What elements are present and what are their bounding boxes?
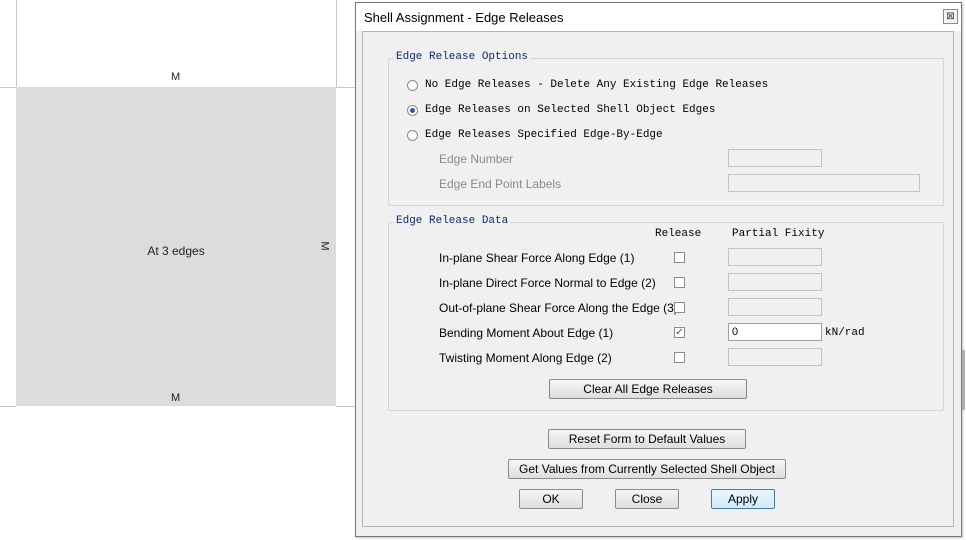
edge-release-data-group: Edge Release Data Release Partial Fixity… [388, 215, 944, 411]
scrollbar[interactable] [962, 350, 965, 410]
fixity-field-twisting-moment [728, 348, 822, 366]
radio-button[interactable] [407, 129, 418, 141]
release-checkbox-inplane-direct[interactable] [674, 277, 685, 288]
fixity-field-inplane-shear [728, 248, 822, 266]
column-header-release: Release [655, 228, 702, 240]
grid-line [0, 406, 16, 407]
release-checkbox-bending-moment[interactable]: ✓ [674, 327, 685, 338]
row-label-inplane-shear: In-plane Shear Force Along Edge (1) [439, 251, 635, 265]
row-label-inplane-direct: In-plane Direct Force Normal to Edge (2) [439, 276, 656, 290]
model-canvas[interactable]: M M M At 3 edges [0, 0, 355, 540]
ok-button[interactable]: OK [519, 489, 583, 509]
grid-line [336, 406, 355, 407]
edge-label-top: M [171, 71, 181, 83]
edge-number-field [728, 149, 822, 167]
radio-button[interactable] [407, 104, 418, 116]
edge-label-bottom: M [171, 392, 181, 404]
clear-all-edge-releases-button[interactable]: Clear All Edge Releases [549, 379, 747, 399]
group-title-data: Edge Release Data [394, 215, 511, 227]
close-button[interactable]: Close [615, 489, 679, 509]
release-checkbox-twisting-moment[interactable] [674, 352, 685, 363]
release-checkbox-inplane-shear[interactable] [674, 252, 685, 263]
edge-end-point-labels-field [728, 174, 920, 192]
get-values-button[interactable]: Get Values from Currently Selected Shell… [508, 459, 786, 479]
fixity-field-outofplane-shear [728, 298, 822, 316]
fixity-field-bending-moment[interactable]: 0 [728, 323, 822, 341]
dialog-titlebar[interactable]: Shell Assignment - Edge Releases ⊠ [356, 3, 961, 31]
column-header-partial-fixity: Partial Fixity [732, 228, 825, 240]
close-icon[interactable]: ⊠ [943, 9, 958, 24]
radio-label: Edge Releases Specified Edge-By-Edge [425, 129, 663, 141]
dialog-title: Shell Assignment - Edge Releases [364, 10, 564, 25]
dialog-client: Edge Release Options No Edge Releases - … [362, 31, 954, 527]
radio-label: No Edge Releases - Delete Any Existing E… [425, 79, 769, 91]
grid-line [336, 0, 337, 87]
edge-release-options-group: Edge Release Options No Edge Releases - … [388, 51, 944, 206]
reset-form-button[interactable]: Reset Form to Default Values [548, 429, 746, 449]
row-label-bending-moment: Bending Moment About Edge (1) [439, 326, 614, 340]
edge-releases-dialog: Shell Assignment - Edge Releases ⊠ Edge … [355, 2, 962, 537]
fixity-unit-bending-moment: kN/rad [825, 327, 865, 339]
radio-button[interactable] [407, 79, 418, 91]
radio-selected-edges[interactable]: Edge Releases on Selected Shell Object E… [407, 102, 715, 118]
grid-line [0, 87, 16, 88]
edge-number-label: Edge Number [439, 152, 514, 166]
radio-no-releases[interactable]: No Edge Releases - Delete Any Existing E… [407, 77, 768, 93]
group-title-options: Edge Release Options [394, 51, 531, 63]
row-label-outofplane-shear: Out-of-plane Shear Force Along the Edge … [439, 301, 678, 315]
grid-line [16, 0, 17, 87]
grid-line [336, 87, 355, 88]
release-checkbox-outofplane-shear[interactable] [674, 302, 685, 313]
edge-end-point-labels-label: Edge End Point Labels [439, 177, 562, 191]
radio-label: Edge Releases on Selected Shell Object E… [425, 104, 716, 116]
row-label-twisting-moment: Twisting Moment Along Edge (2) [439, 351, 612, 365]
apply-button[interactable]: Apply [711, 489, 775, 509]
fixity-field-inplane-direct [728, 273, 822, 291]
radio-edge-by-edge[interactable]: Edge Releases Specified Edge-By-Edge [407, 127, 663, 143]
shell-release-note: At 3 edges [147, 244, 205, 258]
